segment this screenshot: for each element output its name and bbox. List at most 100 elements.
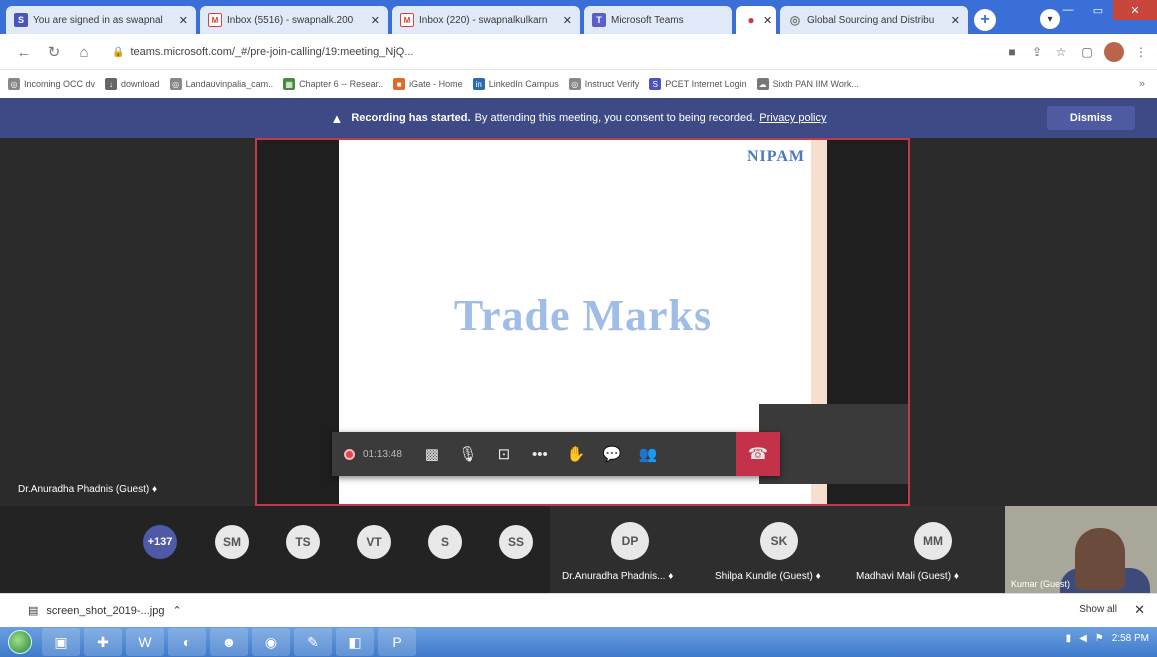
clock[interactable]: 2:58 PM	[1112, 633, 1149, 644]
maximize-button[interactable]: ▭	[1083, 0, 1113, 20]
camera-participant-name: Kumar (Guest)	[1011, 579, 1071, 589]
bookmark[interactable]: ↓ download	[105, 78, 160, 90]
profile-avatar[interactable]	[1104, 42, 1124, 62]
acrobat-icon[interactable]: ✚	[84, 628, 122, 656]
slide-logo: NIPAM	[746, 148, 805, 165]
chrome-icon[interactable]: ◉	[252, 628, 290, 656]
recording-started-text: Recording has started.	[351, 112, 471, 124]
word-icon[interactable]: W	[126, 628, 164, 656]
more-options-icon[interactable]: •••	[522, 432, 558, 476]
browser-toolbar: ← ↻ ⌂ 🔒 teams.microsoft.com/_#/pre-join-…	[0, 34, 1157, 70]
tab-global-sourcing[interactable]: ◎ Global Sourcing and Distribu ✕	[780, 6, 968, 34]
flag-icon[interactable]: ⚑	[1095, 633, 1104, 644]
bookmark[interactable]: ◎ Instruct Verify	[568, 78, 639, 90]
screen: S You are signed in as swapnal ✕ M Inbox…	[0, 0, 1157, 657]
windows-taskbar: ▣ ✚ W ◐ ☻ ◉ ✎ ◧ P ▮ ◀ ⚑ 2:58 PM	[0, 627, 1157, 657]
powerpoint-icon[interactable]: P	[378, 628, 416, 656]
participant-avatar[interactable]: MM	[914, 522, 952, 560]
slide-headline: Trade Marks	[453, 291, 713, 340]
network-icon[interactable]: ▮	[1066, 633, 1072, 644]
raise-hand-icon[interactable]: ✋	[558, 432, 594, 476]
bookmarks-bar: ◎ Incoming OCC dv ↓ download ◎ Landauvinpal…	[0, 70, 1157, 98]
url-text: teams.microsoft.com/_#/pre-join-calling/…	[130, 46, 414, 58]
downloads-bar: ▤ screen_shot_2019-...jpg ⌃ Show all ✕	[0, 593, 1157, 627]
tab-signed-in[interactable]: S You are signed in as swapnal ✕	[6, 6, 196, 34]
window-icon[interactable]: ▢	[1078, 43, 1096, 61]
minimize-button[interactable]: —	[1053, 0, 1083, 20]
participant-video-face	[1075, 528, 1125, 590]
gmail-icon: M	[400, 13, 414, 27]
participant-avatar[interactable]: TS	[286, 525, 320, 559]
more-participants-button[interactable]: +137	[143, 525, 177, 559]
bookmark[interactable]: ▦ Chapter 6 -- Resear..	[283, 78, 383, 90]
call-controls: 01:13:48 ▩ 🎙 ⊡ ••• ✋ 💬 👥 ☎	[332, 432, 780, 476]
tab-title: Global Sourcing and Distribu	[807, 14, 935, 26]
participants-icon[interactable]: 👥	[630, 432, 666, 476]
privacy-policy-link[interactable]: Privacy policy	[759, 112, 826, 124]
tab-microsoft-teams[interactable]: T Microsoft Teams	[584, 6, 732, 34]
bookmark[interactable]: ■ iGate - Home	[393, 78, 463, 90]
participant-name: Dr.Anuradha Phadnis... ♦	[562, 571, 674, 582]
back-arrow-icon[interactable]: ←	[14, 42, 34, 62]
reload-icon[interactable]: ↻	[44, 42, 64, 62]
close-icon[interactable]: ✕	[1134, 602, 1145, 618]
firefox-icon[interactable]: ◐	[168, 628, 206, 656]
close-icon[interactable]: ✕	[371, 14, 380, 27]
participant-camera-tile[interactable]: Kumar (Guest)	[1005, 506, 1157, 593]
participant-strip: +137 SM TS VT S SS DP Dr.Anuradha Phadni…	[0, 506, 1157, 593]
explorer-icon[interactable]: ▣	[42, 628, 80, 656]
download-icon: ↓	[105, 78, 118, 90]
dismiss-button[interactable]: Dismiss	[1047, 106, 1135, 130]
paint-icon[interactable]: ✎	[294, 628, 332, 656]
new-tab-button[interactable]: +	[974, 9, 996, 31]
camera-off-icon[interactable]: ▩	[414, 432, 450, 476]
app-icon[interactable]: ◧	[336, 628, 374, 656]
chat-icon[interactable]: 💬	[594, 432, 630, 476]
mic-icon: ♦	[151, 484, 158, 495]
bookmark[interactable]: ◎ Incoming OCC dv	[8, 78, 95, 90]
participant-avatar[interactable]: DP	[611, 522, 649, 560]
presenter-name-label: Dr.Anuradha Phadnis (Guest) ♦	[18, 484, 158, 495]
star-icon[interactable]: ☆	[1052, 43, 1070, 61]
show-all-button[interactable]: Show all	[1079, 604, 1117, 615]
bookmark[interactable]: S PCET Internet Login	[649, 78, 747, 90]
teams-meeting: ▲ Recording has started. By attending th…	[0, 98, 1157, 593]
menu-dots-icon[interactable]: ⋮	[1132, 43, 1150, 61]
bookmark[interactable]: ◎ Landauvinpalia_cam..	[169, 78, 273, 90]
participant-name: Shilpa Kundle (Guest) ♦	[715, 571, 821, 582]
participant-avatar[interactable]: SS	[499, 525, 533, 559]
participant-avatar[interactable]: SM	[215, 525, 249, 559]
more-bookmarks-button[interactable]: »	[1139, 78, 1145, 90]
share-screen-icon[interactable]: ⊡	[486, 432, 522, 476]
address-bar[interactable]: 🔒 teams.microsoft.com/_#/pre-join-callin…	[112, 40, 982, 64]
start-button[interactable]	[0, 627, 40, 657]
window-controls: — ▭ ✕	[1053, 0, 1157, 20]
mic-muted-icon[interactable]: 🎙	[450, 432, 486, 476]
chevron-up-icon[interactable]: ⌃	[172, 604, 181, 617]
tab-inbox-220[interactable]: M Inbox (220) - swapnalkulkarn ✕	[392, 6, 580, 34]
download-item[interactable]: ▤ screen_shot_2019-...jpg ⌃	[0, 604, 182, 618]
close-icon[interactable]: ✕	[563, 14, 572, 27]
tab-active-recording[interactable]: ● ✕	[736, 6, 776, 34]
volume-icon[interactable]: ◀	[1079, 633, 1087, 644]
bookmark[interactable]: ☁ Sixth PAN IIM Work...	[756, 78, 859, 90]
tab-title: You are signed in as swapnal	[33, 14, 163, 26]
tab-title: Inbox (220) - swapnalkulkarn	[419, 14, 548, 26]
participant-avatar[interactable]: S	[428, 525, 462, 559]
folder-icon: ■	[393, 78, 406, 90]
named-participants: DP Dr.Anuradha Phadnis... ♦ SK Shilpa Ku…	[550, 506, 1005, 593]
skype-icon[interactable]: ☻	[210, 628, 248, 656]
bookmark[interactable]: in LinkedIn Campus	[472, 78, 559, 90]
camera-blocked-icon[interactable]: ■	[1003, 43, 1021, 61]
participant-avatar[interactable]: SK	[760, 522, 798, 560]
close-icon[interactable]: ✕	[179, 14, 188, 27]
share-icon[interactable]: ⇪	[1028, 43, 1046, 61]
close-icon[interactable]: ✕	[763, 14, 772, 27]
close-window-button[interactable]: ✕	[1113, 0, 1157, 20]
home-icon[interactable]: ⌂	[74, 42, 94, 62]
participant-avatar[interactable]: VT	[357, 525, 391, 559]
tab-inbox-5516[interactable]: M Inbox (5516) - swapnalk.200 ✕	[200, 6, 388, 34]
hang-up-button[interactable]: ☎	[736, 432, 780, 476]
close-icon[interactable]: ✕	[951, 14, 960, 27]
s-icon: S	[649, 78, 662, 90]
